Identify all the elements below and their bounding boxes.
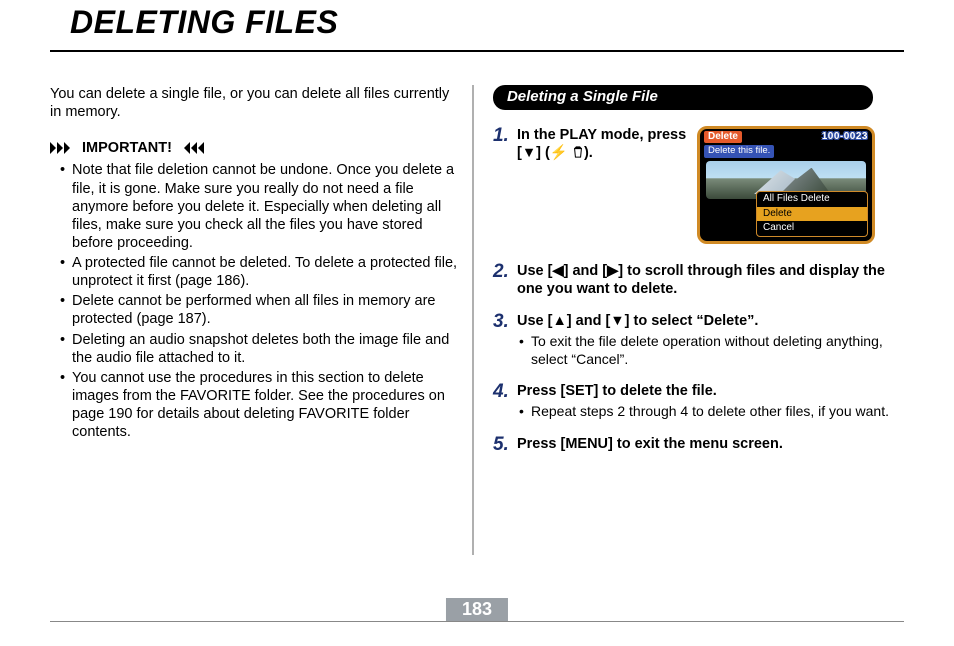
down-arrow-icon: ▼: [610, 313, 624, 329]
step-text: In the PLAY mode, press [▼] (⚡ ).: [517, 126, 687, 162]
flash-icon: ⚡: [550, 145, 568, 161]
step-text: Use [◀] and [▶] to scroll through files …: [517, 262, 904, 298]
step-sub: Repeat steps 2 through 4 to delete other…: [517, 403, 904, 421]
step-5: 5. Press [MENU] to exit the menu screen.: [493, 435, 904, 455]
down-arrow-icon: ▼: [522, 145, 536, 161]
trash-icon: [572, 145, 584, 161]
step-4: 4. Press [SET] to delete the file. Repea…: [493, 382, 904, 421]
step-text-part: Use [: [517, 263, 552, 279]
step-number: 1.: [493, 126, 517, 146]
right-arrow-icon: ▶: [607, 263, 618, 279]
step-text-part: and [: [568, 263, 607, 279]
arrow-right-deco-icon: [50, 139, 78, 157]
shot-mode-label: Delete: [704, 131, 742, 144]
step-text: Press [SET] to delete the file. Repeat s…: [517, 382, 904, 421]
bullet-item: Deleting an audio snapshot deletes both …: [72, 331, 461, 367]
shot-menu-item: All Files Delete: [757, 192, 867, 207]
bullet-item: You cannot use the procedures in this se…: [72, 369, 461, 442]
shot-prompt: Delete this file.: [704, 145, 774, 158]
step-text: Press [MENU] to exit the menu screen.: [517, 435, 904, 453]
content-columns: You can delete a single file, or you can…: [50, 85, 904, 565]
shot-menu-item: Cancel: [757, 221, 867, 236]
bullet-item: Delete cannot be performed when all file…: [72, 292, 461, 328]
page-title: DELETING FILES: [70, 4, 338, 41]
footer-rule: [50, 621, 904, 622]
section-heading: Deleting a Single File: [493, 85, 873, 110]
step-text-part: ] and [: [567, 313, 611, 329]
step-1: 1. In the PLAY mode, press [▼] (⚡ ). Del…: [493, 126, 904, 244]
right-column: Deleting a Single File 1. In the PLAY mo…: [475, 85, 904, 565]
step-text-part: ).: [584, 145, 593, 161]
step-3: 3. Use [▲] and [▼] to select “Delete”. T…: [493, 312, 904, 368]
bullet-item: Note that file deletion cannot be undone…: [72, 161, 461, 252]
up-arrow-icon: ▲: [552, 313, 566, 329]
step-text-part: Use [: [517, 313, 552, 329]
step-number: 5.: [493, 435, 517, 455]
step-text-part: Press [SET] to delete the file.: [517, 383, 717, 399]
shot-menu-item-highlight: Delete: [757, 207, 867, 222]
camera-screen: Delete 100-0023 Delete this file. All Fi…: [697, 126, 875, 244]
step-text: Use [▲] and [▼] to select “Delete”. To e…: [517, 312, 904, 368]
step-text-part: ] (: [536, 145, 550, 161]
step-2: 2. Use [◀] and [▶] to scroll through fil…: [493, 262, 904, 298]
page-footer: 183: [50, 598, 904, 628]
shot-file-id: 100-0023: [822, 131, 868, 144]
bullet-item: A protected file cannot be deleted. To d…: [72, 254, 461, 290]
step-sub: To exit the file delete operation withou…: [517, 333, 904, 368]
page-number: 183: [446, 598, 508, 621]
intro-text: You can delete a single file, or you can…: [50, 85, 461, 121]
important-bullets: Note that file deletion cannot be undone…: [50, 161, 461, 441]
shot-menu: All Files Delete Delete Cancel: [756, 191, 868, 237]
camera-screenshot: Delete 100-0023 Delete this file. All Fi…: [697, 126, 875, 244]
important-label-text: IMPORTANT!: [82, 140, 172, 156]
shot-mode-text: Delete: [704, 131, 742, 144]
important-heading: IMPORTANT!: [50, 139, 461, 157]
step-number: 2.: [493, 262, 517, 282]
left-column: You can delete a single file, or you can…: [50, 85, 471, 565]
step-text-part: ] to select “Delete”.: [625, 313, 759, 329]
manual-page: DELETING FILES You can delete a single f…: [0, 0, 954, 646]
title-rule: [50, 50, 904, 52]
step-number: 4.: [493, 382, 517, 402]
step-number: 3.: [493, 312, 517, 332]
divider-line: [472, 85, 474, 555]
left-arrow-icon: ◀: [552, 263, 563, 279]
arrow-left-deco-icon: [176, 139, 204, 157]
